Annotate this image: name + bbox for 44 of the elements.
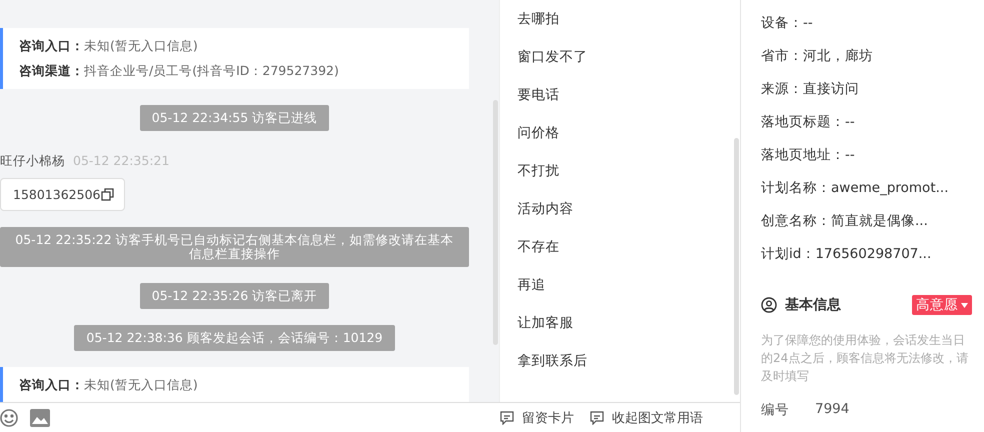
quick-reply-item[interactable]: 要电话: [500, 76, 740, 114]
caret-icon: [961, 302, 968, 308]
info-field: 省市：河北，廊坊: [761, 46, 873, 64]
info-row-text: 咨询入口：未知(暂无入口信息): [19, 377, 199, 393]
quick-reply-item[interactable]: 拿到联系后: [500, 342, 740, 380]
copy-icon[interactable]: [101, 188, 114, 201]
message-time: 05-12 22:35:21: [73, 153, 170, 170]
info-field: 落地页地址：--: [761, 146, 855, 164]
image-icon[interactable]: [30, 408, 50, 426]
quick-reply-item[interactable]: 不存在: [500, 228, 740, 266]
info-field: 设备：--: [761, 14, 813, 32]
scrollbar[interactable]: [493, 100, 498, 345]
info-row-text: 咨询渠道：抖音企业号/员工号(抖音号ID：279527392): [19, 63, 340, 79]
info-field: 计划名称：aweme_promot...: [761, 178, 948, 196]
info-field: 创意名称：简直就是偶像...: [761, 212, 928, 230]
message-text: 15801362506: [13, 187, 100, 202]
notice-text: 为了保障您的使用体验，会话发生当日的24点之后，顾客信息将无法修改，请及时填写: [761, 332, 970, 385]
intent-tag[interactable]: 高意愿: [912, 295, 972, 315]
quick-reply-item[interactable]: 不打扰: [500, 152, 740, 190]
system-message: 05-12 22:35:26 访客已离开: [140, 283, 330, 309]
info-field: 计划id：176560298707...: [761, 244, 932, 262]
quick-reply-item[interactable]: 活动内容: [500, 190, 740, 228]
info-row-text: 咨询入口：未知(暂无入口信息): [19, 38, 199, 54]
toolbar-button[interactable]: 收起图文常用语: [590, 408, 703, 426]
system-message: 05-12 22:34:55 访客已进线: [140, 105, 330, 131]
toolbar-button[interactable]: 留资卡片: [500, 408, 574, 426]
field-value: 7994: [815, 401, 850, 419]
quick-reply-item[interactable]: 让加客服: [500, 304, 740, 342]
info-field: 来源：直接访问: [761, 80, 859, 98]
quick-reply-item[interactable]: 去哪拍: [500, 0, 740, 38]
field-label: 编号: [761, 401, 789, 419]
section-title: 基本信息: [785, 296, 842, 314]
info-field: 落地页标题：--: [761, 112, 855, 130]
scrollbar[interactable]: [734, 138, 739, 395]
sender-name: 旺仔小棉杨: [0, 153, 65, 170]
quick-reply-item[interactable]: 再追: [500, 266, 740, 304]
quick-reply-item[interactable]: 窗口发不了: [500, 38, 740, 76]
user-icon: [761, 297, 777, 313]
quick-reply-item[interactable]: 问价格: [500, 114, 740, 152]
system-message: 05-12 22:38:36 顾客发起会话，会话编号：10129: [74, 325, 395, 351]
message-icon: [590, 410, 604, 424]
system-message: 05-12 22:35:22 访客手机号已自动标记右侧基本信息栏，如需修改请在基本信息栏直接操作: [0, 227, 469, 267]
message-icon: [500, 410, 514, 424]
emoji-icon[interactable]: [0, 408, 18, 426]
